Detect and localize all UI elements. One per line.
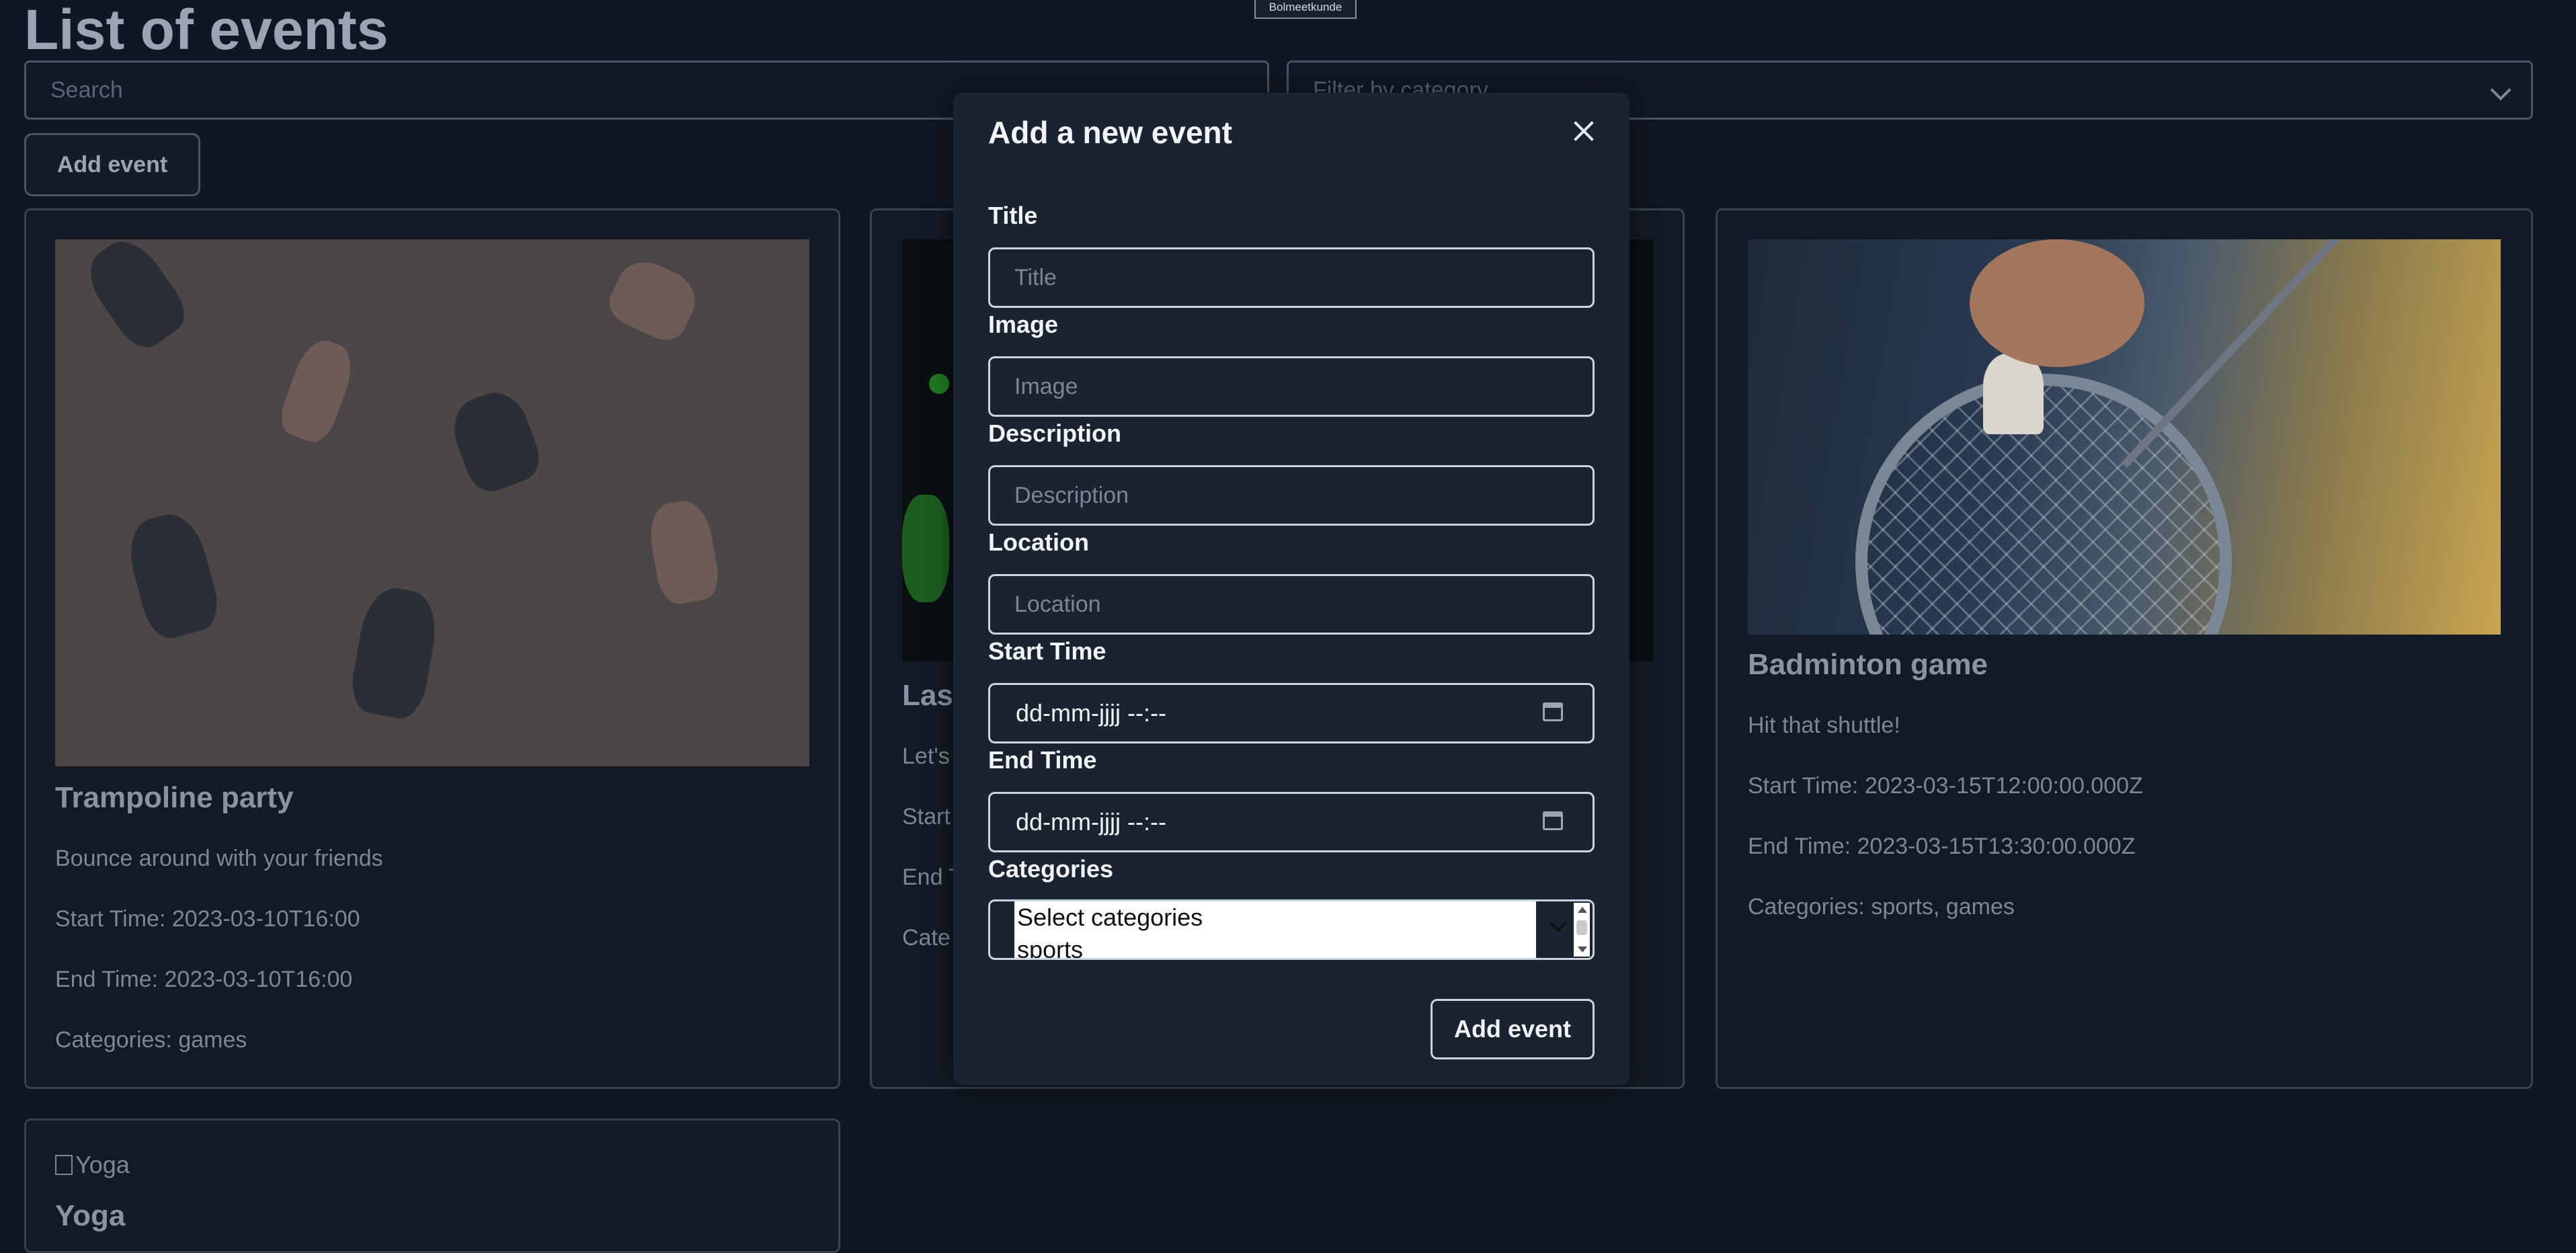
category-option[interactable]: Select categories <box>1014 901 1536 934</box>
description-input[interactable] <box>988 465 1595 526</box>
event-categories: Categories: games <box>55 1027 247 1053</box>
submit-add-event-button[interactable]: Add event <box>1431 999 1595 1059</box>
event-image-yoga: Yoga <box>55 1151 130 1179</box>
event-description: Let's <box>902 743 950 769</box>
start-time-label: Start Time <box>988 637 1106 665</box>
event-title: Trampoline party <box>55 781 294 814</box>
page-title: List of events <box>24 0 389 61</box>
description-label: Description <box>988 419 1122 447</box>
tooltip: Bolmeetkunde <box>1254 0 1357 19</box>
chevron-down-icon <box>2490 79 2511 101</box>
event-description: Bounce around with your friends <box>55 846 383 871</box>
close-icon[interactable] <box>1569 117 1599 147</box>
event-image-badminton <box>1748 239 2501 635</box>
categories-label: Categories <box>988 855 1114 883</box>
event-end-time: End Time: 2023-03-15T13:30:00.000Z <box>1748 834 2136 859</box>
event-categories: Categories: sports, games <box>1748 894 2015 920</box>
event-title: Yoga <box>55 1199 126 1232</box>
calendar-icon[interactable] <box>1543 702 1563 721</box>
location-input[interactable] <box>988 574 1595 635</box>
location-label: Location <box>988 528 1089 556</box>
scroll-up-icon[interactable] <box>1578 907 1587 913</box>
image-label: Image <box>988 311 1059 338</box>
event-description: Hit that shuttle! <box>1748 713 1900 738</box>
scrollbar[interactable] <box>1574 903 1590 957</box>
scroll-thumb[interactable] <box>1576 920 1587 935</box>
add-event-button[interactable]: Add event <box>24 133 200 196</box>
start-time-value: dd-mm-jjjj --:-- <box>1016 699 1166 727</box>
end-time-value: dd-mm-jjjj --:-- <box>1016 808 1166 836</box>
end-time-input[interactable]: dd-mm-jjjj --:-- <box>988 792 1595 852</box>
categories-multiselect[interactable]: Select categories sports <box>988 899 1595 960</box>
event-image-trampoline <box>55 239 809 766</box>
image-input[interactable] <box>988 356 1595 417</box>
event-image-alt: Yoga <box>75 1151 130 1178</box>
broken-image-icon <box>55 1155 73 1175</box>
title-label: Title <box>988 202 1038 229</box>
add-event-modal: Add a new event Title Image Description … <box>953 93 1629 1085</box>
calendar-icon[interactable] <box>1543 811 1563 830</box>
event-end-time: End Time: 2023-03-10T16:00 <box>55 967 353 992</box>
event-card-yoga[interactable] <box>24 1119 840 1253</box>
start-time-input[interactable]: dd-mm-jjjj --:-- <box>988 683 1595 743</box>
title-input[interactable] <box>988 247 1595 308</box>
modal-title: Add a new event <box>988 115 1232 150</box>
events-page: List of events Bolmeetkunde Filter by ca… <box>0 0 2576 1253</box>
event-categories: Cate <box>902 925 951 951</box>
end-time-label: End Time <box>988 746 1097 774</box>
event-start-time: Start Time: 2023-03-15T12:00:00.000Z <box>1748 773 2143 799</box>
event-start-time: Start <box>902 804 951 830</box>
event-title: Badminton game <box>1748 648 1988 681</box>
category-option[interactable]: sports <box>1014 934 1536 958</box>
event-start-time: Start Time: 2023-03-10T16:00 <box>55 906 360 932</box>
categories-options-list: Select categories sports <box>1014 901 1536 958</box>
chevron-down-icon <box>1549 915 1567 932</box>
scroll-down-icon[interactable] <box>1578 946 1587 953</box>
